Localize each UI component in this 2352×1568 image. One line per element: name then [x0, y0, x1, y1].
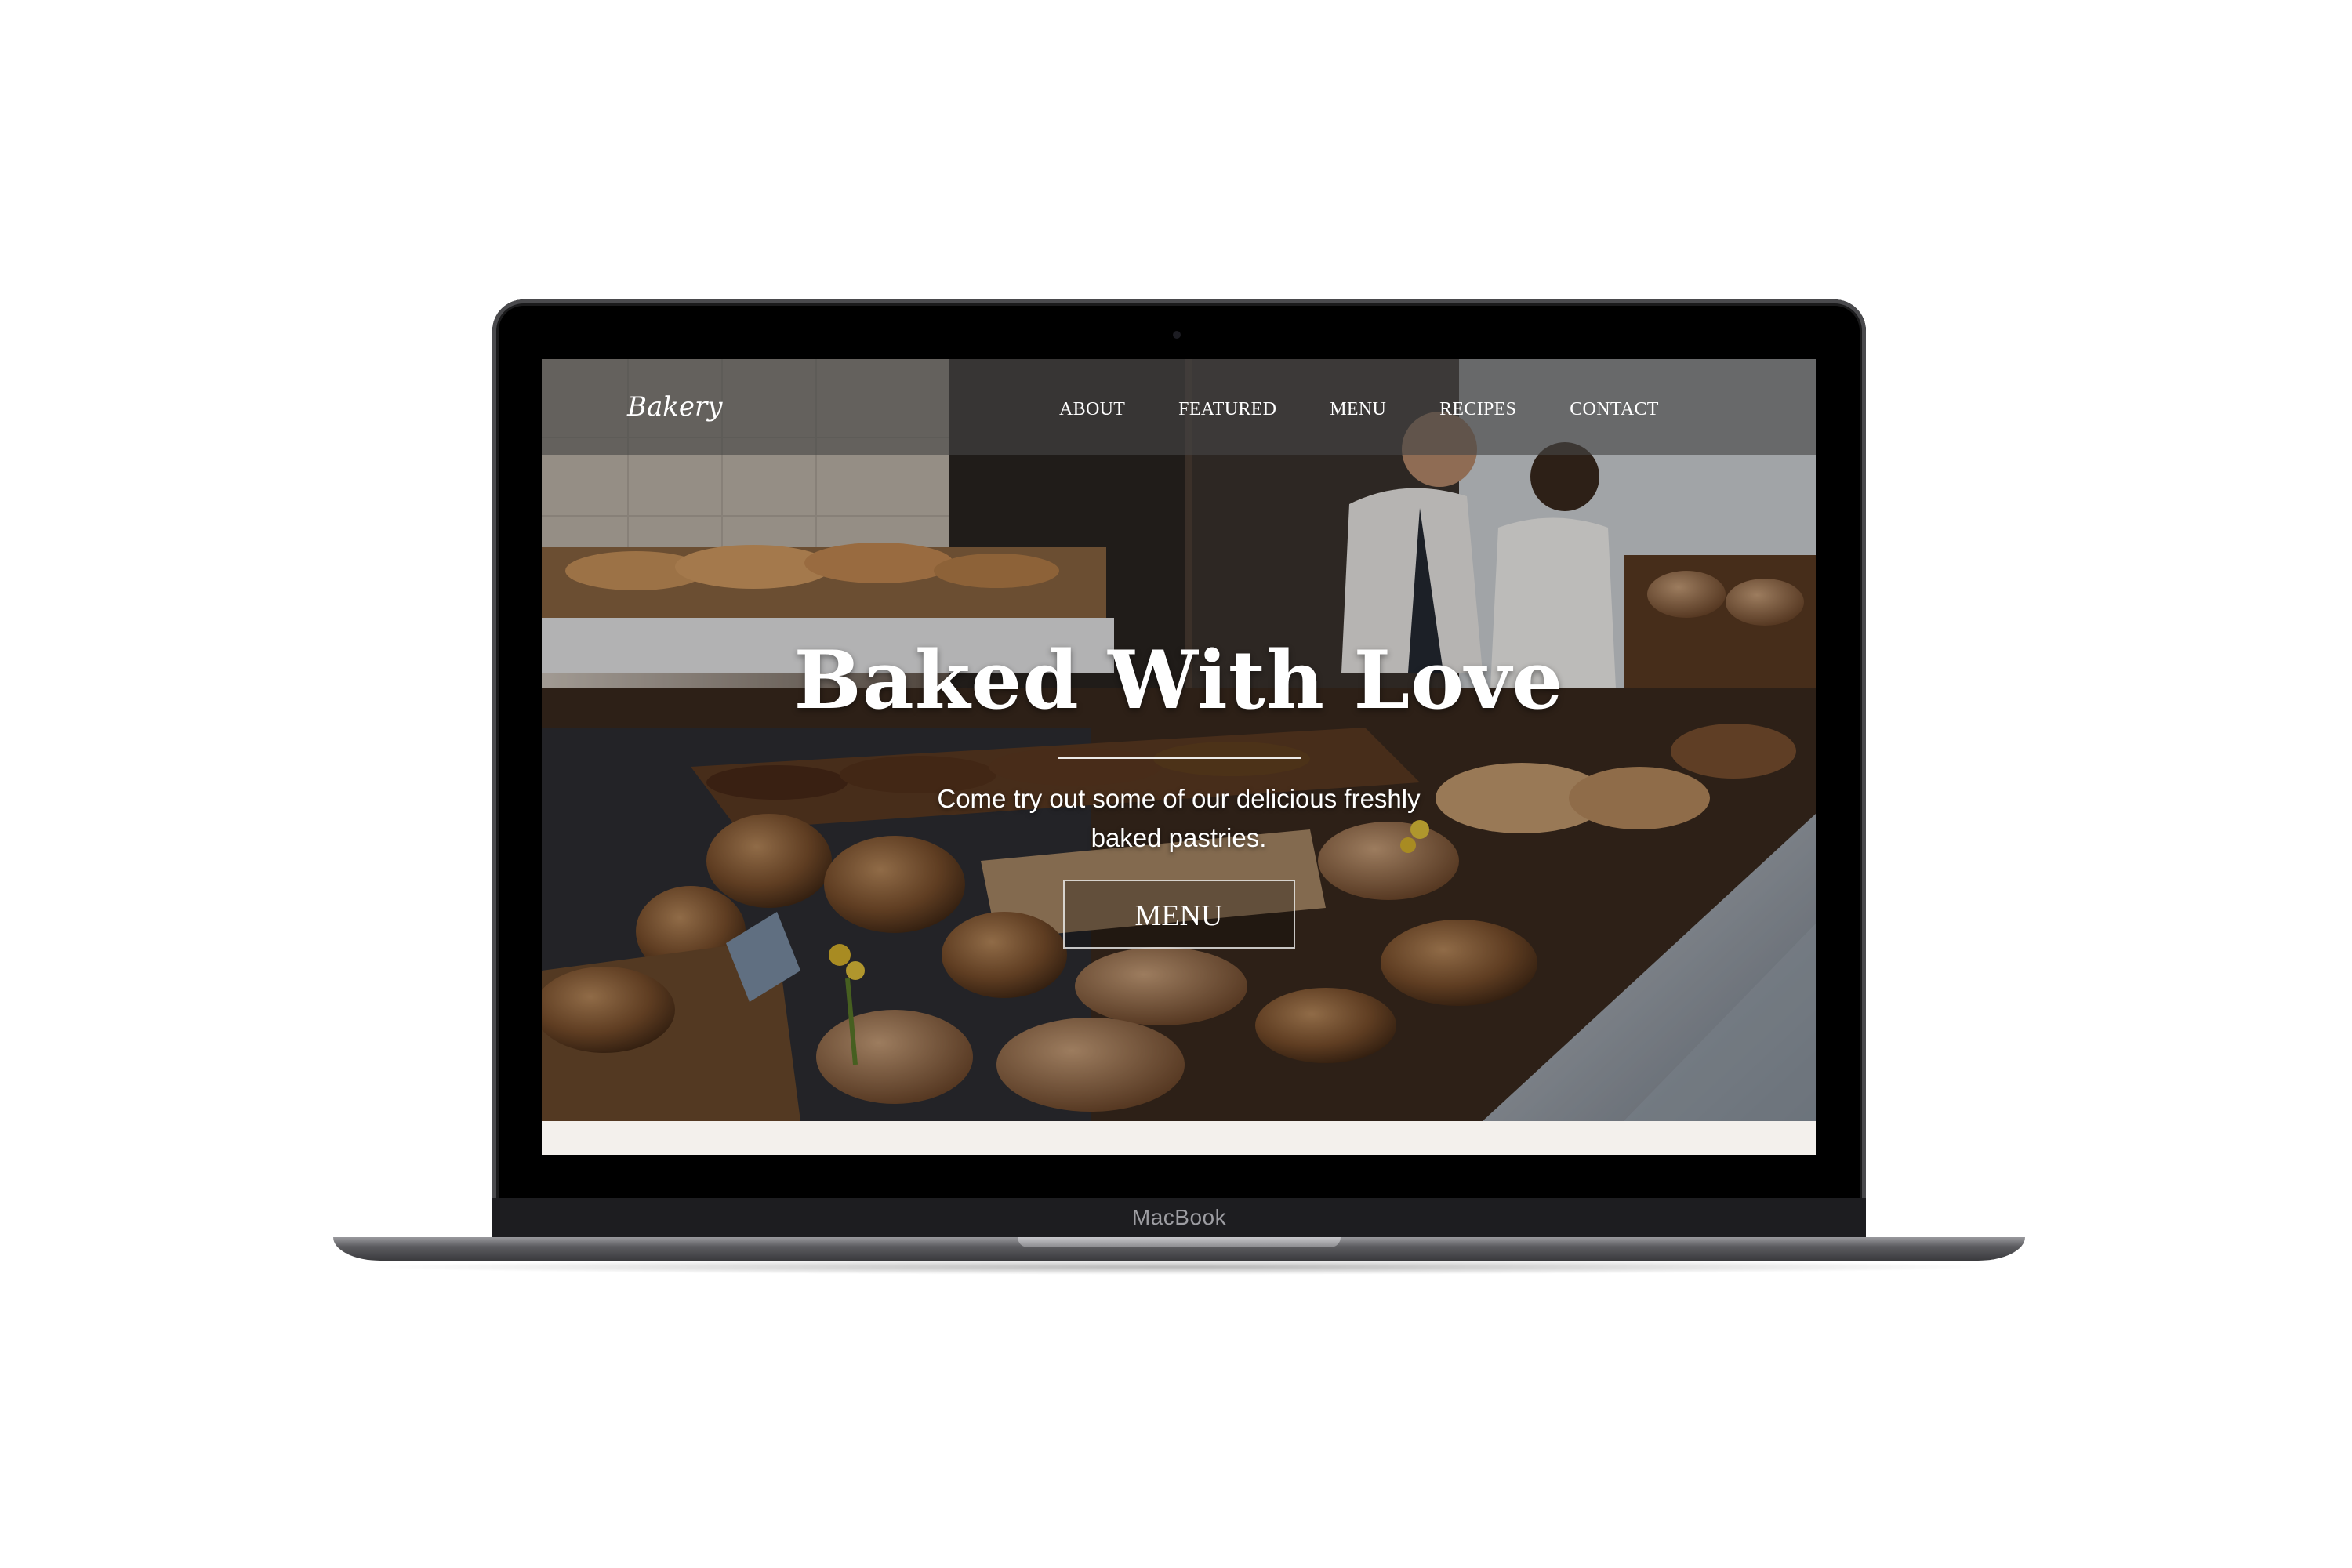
device-label: MacBook — [1131, 1205, 1227, 1229]
hero-section: Bakery ABOUT FEATURED MENU RECIPES CONTA… — [542, 359, 1816, 1121]
laptop-screen: Bakery ABOUT FEATURED MENU RECIPES CONTA… — [542, 359, 1816, 1155]
nav-link-contact[interactable]: CONTACT — [1570, 394, 1659, 425]
hero-divider — [1057, 757, 1301, 759]
nav-link-about[interactable]: ABOUT — [1059, 394, 1125, 425]
nav-link-recipes[interactable]: RECIPES — [1439, 394, 1516, 425]
hero-title: Baked With Love — [793, 633, 1564, 728]
nav-link-featured[interactable]: FEATURED — [1178, 394, 1276, 425]
next-section-strip — [542, 1121, 1816, 1155]
nav-link-menu[interactable]: MENU — [1330, 394, 1386, 425]
hero-content: Baked With Love Come try out some of our… — [542, 630, 1816, 949]
brand-logo[interactable]: Bakery — [627, 387, 722, 426]
navbar: Bakery ABOUT FEATURED MENU RECIPES CONTA… — [542, 359, 1816, 455]
device-shadow — [361, 1259, 1999, 1275]
hero-subtitle: Come try out some of our delicious fresh… — [937, 784, 1421, 852]
laptop-notch — [1018, 1237, 1341, 1247]
camera-icon — [1173, 331, 1181, 339]
menu-button[interactable]: MENU — [1062, 880, 1295, 949]
nav-links: ABOUT FEATURED MENU RECIPES CONTACT — [1059, 394, 1765, 425]
